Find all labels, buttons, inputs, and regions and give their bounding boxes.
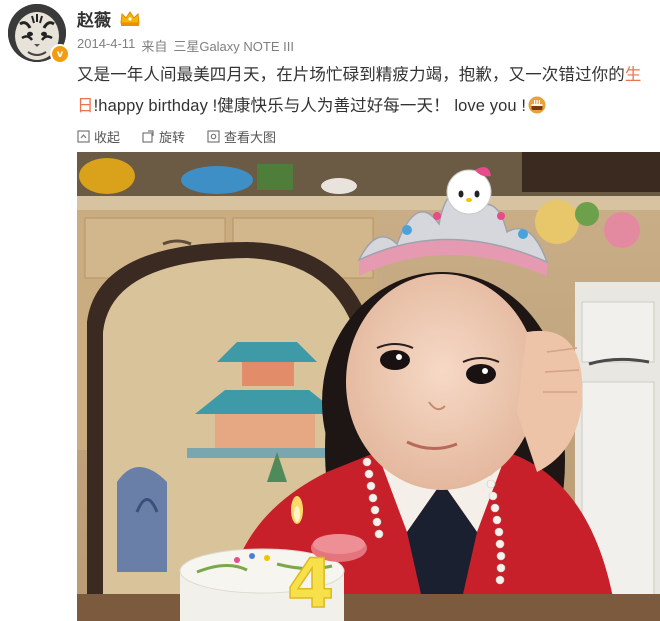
- verified-badge: v: [50, 44, 70, 64]
- collapse-button[interactable]: 收起: [77, 127, 120, 146]
- crown-icon[interactable]: [119, 9, 141, 27]
- post-text: 又是一年人间最美四月天，在片场忙碌到精疲力竭，抱歉，又一次错过你的生日!happ…: [77, 60, 647, 122]
- rotate-icon: [142, 130, 154, 143]
- post-photo[interactable]: 4: [77, 152, 660, 621]
- name-row: 赵薇: [77, 6, 141, 30]
- post-text-part1: 又是一年人间最美四月天，在片场忙碌到精疲力竭，抱歉，又一次错过你的: [77, 66, 625, 84]
- user-name[interactable]: 赵薇: [77, 6, 111, 31]
- view-large-button[interactable]: 查看大图: [207, 127, 276, 146]
- post-text-part2: !happy birthday !健康快乐与人为善过好每一天！ love you…: [93, 97, 527, 115]
- view-large-label: 查看大图: [224, 130, 277, 145]
- cake-icon: [528, 96, 546, 114]
- source-prefix: 来自: [141, 39, 168, 54]
- collapse-icon: [77, 130, 90, 143]
- collapse-label: 收起: [94, 130, 121, 145]
- candle-number: 4: [287, 545, 334, 621]
- post-date[interactable]: 2014-4-11: [77, 36, 135, 55]
- source-device[interactable]: 三星Galaxy NOTE III: [173, 36, 294, 55]
- image-toolbar: 收起 旋转 查看大图: [77, 127, 276, 146]
- weibo-post: v 赵薇 2014-4-11 来自 三星Galaxy NOTE III 又是一年…: [0, 0, 660, 621]
- rotate-button[interactable]: 旋转: [142, 127, 185, 146]
- view-large-icon: [207, 130, 220, 143]
- birthday-photo: 4: [77, 152, 660, 621]
- post-meta: 2014-4-11 来自 三星Galaxy NOTE III: [77, 36, 294, 55]
- rotate-label: 旋转: [159, 130, 186, 145]
